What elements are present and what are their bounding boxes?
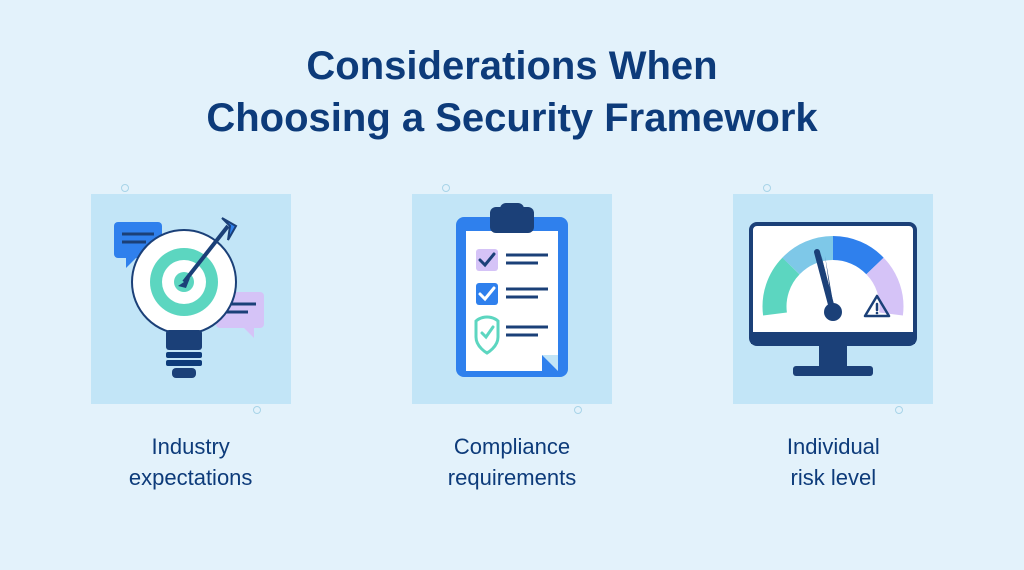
lightbulb-target-icon [106,204,276,394]
clipboard-checklist-icon [432,199,592,399]
card-compliance: Compliance requirements [381,194,642,494]
card-risk: Individual risk level [703,194,964,494]
icon-tile-risk [733,194,933,404]
icon-tile-compliance [412,194,612,404]
icon-tile-industry [91,194,291,404]
monitor-gauge-icon [733,204,933,394]
card-caption: Compliance requirements [448,432,576,494]
page-title: Considerations When Choosing a Security … [206,40,817,144]
card-industry: Industry expectations [60,194,321,494]
card-row: Industry expectations [60,194,964,494]
card-caption: Individual risk level [787,432,880,494]
card-caption: Industry expectations [129,432,253,494]
